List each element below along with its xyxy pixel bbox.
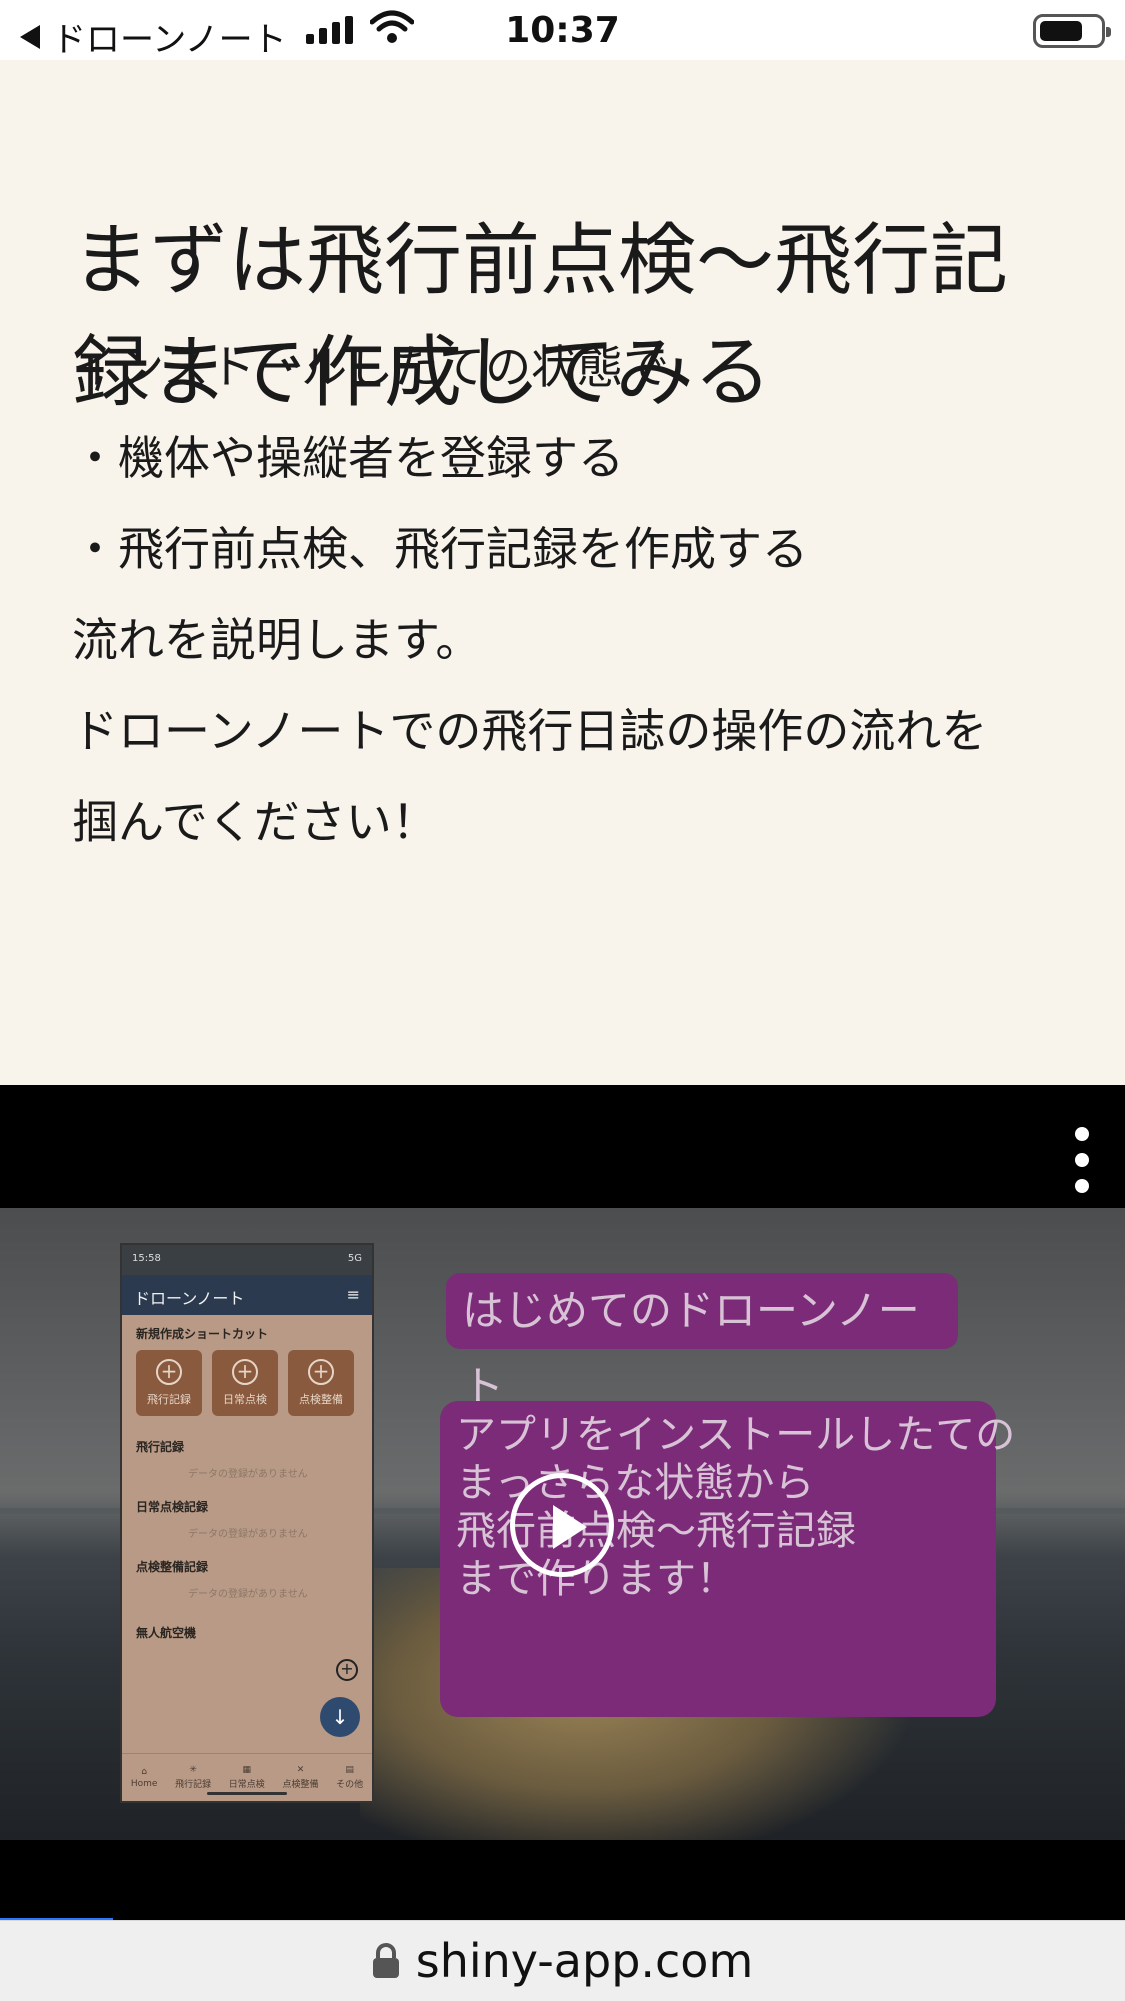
url-bar[interactable]: shiny-app.com xyxy=(0,1920,1125,2001)
paragraph-line: ・飛行前点検、飛行記録を作成する xyxy=(72,522,808,576)
drone-icon: ✳ xyxy=(189,1765,197,1775)
lock-icon xyxy=(372,1943,399,1978)
calendar-icon: ▦ xyxy=(242,1765,252,1775)
play-icon xyxy=(553,1505,587,1549)
app-screenshot: 15:58 5G ドローンノート ≡ 新規作成ショートカット + 飛行記録 + 日常… xyxy=(120,1243,374,1803)
tools-icon: ✕ xyxy=(296,1765,305,1775)
url-domain: shiny-app.com xyxy=(415,1934,754,1988)
clock: 10:37 xyxy=(505,10,620,51)
other-icon: ▤ xyxy=(345,1765,354,1775)
paragraph-line: ・機体や操縦者を登録する xyxy=(72,431,624,485)
home-icon: ⌂ xyxy=(141,1766,147,1777)
phone-status-bar: 15:58 5G xyxy=(122,1245,372,1275)
status-bar: ドローンノート 10:37 xyxy=(0,0,1125,60)
add-icon: + xyxy=(232,1359,258,1385)
video-title-overlay: はじめてのドローンノート xyxy=(446,1273,958,1411)
hamburger-menu-icon: ≡ xyxy=(346,1285,360,1304)
add-icon: + xyxy=(156,1359,182,1385)
article-section: まずは飛行前点検〜飛行記録まで作成してみる インストールしたての状態で ・機体や… xyxy=(0,60,1125,1085)
shortcut-buttons: + 飛行記録 + 日常点検 + 点検整備 xyxy=(122,1346,372,1420)
more-options-icon[interactable] xyxy=(1075,1127,1089,1193)
paragraph-line: インストールしたての状態で xyxy=(72,340,670,394)
scroll-down-icon: ↓ xyxy=(320,1697,360,1737)
paragraph-line: 掴んでください！ xyxy=(72,795,438,849)
play-button[interactable] xyxy=(510,1473,614,1577)
paragraph-line: ドローンノートでの飛行日誌の操作の流れを xyxy=(72,704,988,758)
battery-icon xyxy=(1033,14,1111,48)
add-aircraft-icon: + xyxy=(336,1659,358,1681)
phone-app-header: ドローンノート ≡ xyxy=(122,1275,372,1315)
paragraph-line: 流れを説明します。 xyxy=(72,613,482,667)
add-icon: + xyxy=(308,1359,334,1385)
